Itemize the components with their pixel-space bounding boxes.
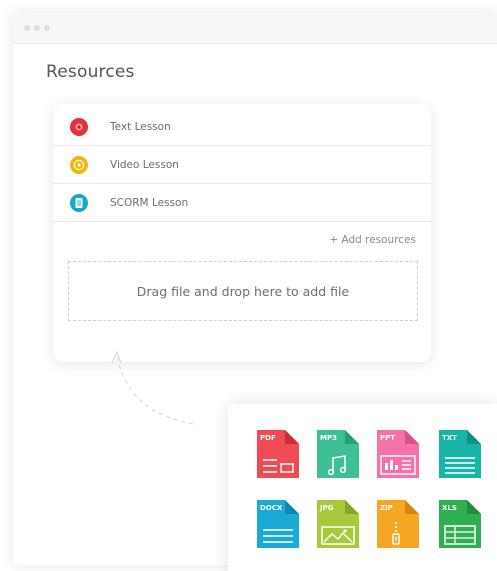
lesson-label: SCORM Lesson	[110, 196, 189, 209]
xls-file-icon[interactable]: XLS	[437, 498, 483, 550]
window-dot[interactable]	[34, 25, 40, 31]
file-type-label: ZIP	[380, 504, 393, 512]
lesson-row-text[interactable]: Text Lesson	[53, 108, 431, 146]
ppt-file-icon[interactable]: PPT	[375, 428, 421, 480]
file-type-label: PDF	[260, 434, 276, 442]
text-lesson-icon	[70, 117, 88, 136]
lesson-row-video[interactable]: Video Lesson	[53, 146, 431, 184]
play-icon	[70, 155, 88, 174]
file-dropzone[interactable]: Drag file and drop here to add file	[68, 261, 418, 321]
file-type-label: XLS	[442, 504, 457, 512]
file-type-label: DOCX	[260, 504, 283, 512]
file-type-label: PPT	[380, 434, 396, 442]
document-icon	[70, 193, 88, 212]
dropzone-text: Drag file and drop here to add file	[136, 283, 350, 299]
resources-card: Text Lesson Video Lesson SCORM Lesson + …	[53, 104, 431, 362]
page-title: Resources	[46, 62, 135, 82]
lesson-label: Video Lesson	[110, 158, 179, 171]
lesson-label: Text Lesson	[110, 120, 171, 133]
pdf-file-icon[interactable]: PDF	[255, 428, 301, 480]
file-type-label: JPG	[320, 504, 334, 512]
docx-file-icon[interactable]: DOCX	[255, 498, 301, 550]
window-titlebar	[13, 13, 497, 44]
lesson-row-scorm[interactable]: SCORM Lesson	[53, 184, 431, 222]
file-type-label: TXT	[442, 434, 457, 442]
file-type-label: MP3	[320, 434, 337, 442]
zip-file-icon[interactable]: ZIP	[375, 498, 421, 550]
txt-file-icon[interactable]: TXT	[437, 428, 483, 480]
file-types-panel: PDF MP3 PPT TXT DOCX JPG ZIP XLS	[228, 404, 497, 571]
window-dot[interactable]	[24, 25, 30, 31]
window-dot[interactable]	[44, 25, 50, 31]
dashed-arrow-icon	[111, 350, 194, 425]
add-resources-link[interactable]: + Add resources	[329, 234, 416, 246]
mp3-file-icon[interactable]: MP3	[315, 428, 361, 480]
jpg-file-icon[interactable]: JPG	[315, 498, 361, 550]
